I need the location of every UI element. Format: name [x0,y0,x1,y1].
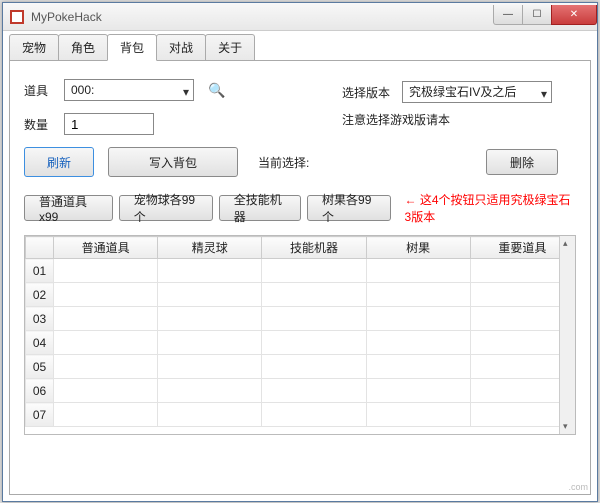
vertical-scrollbar[interactable] [559,236,575,434]
search-icon[interactable]: 🔍 [208,82,225,99]
inventory-table: 普通道具 精灵球 技能机器 树果 重要道具 01 02 03 04 05 06 … [25,236,575,427]
tab-battle[interactable]: 对战 [156,34,206,61]
action-row: 刷新 写入背包 当前选择: 删除 [24,147,576,177]
version-block: 选择版本 究极绿宝石IV及之后 注意选择游戏版请本 [342,81,572,136]
preset-balls-99[interactable]: 宠物球各99个 [119,195,213,221]
window-controls: — ☐ ✕ [494,5,597,25]
item-label: 道具 [24,82,64,99]
table-body: 01 02 03 04 05 06 07 [26,259,575,427]
tab-about[interactable]: 关于 [205,34,255,61]
refresh-button[interactable]: 刷新 [24,147,94,177]
titlebar: MyPokeHack — ☐ ✕ [3,3,597,31]
app-icon [9,9,25,25]
table-row: 06 [26,379,575,403]
col-tms[interactable]: 技能机器 [262,237,366,259]
col-normal[interactable]: 普通道具 [54,237,158,259]
preset-note: ← 这4个按钮只适用究极绿宝石3版本 [405,191,577,225]
tab-bag[interactable]: 背包 [107,34,157,61]
item-select[interactable]: 000: [64,79,194,101]
delete-button[interactable]: 删除 [486,149,558,175]
col-rownum[interactable] [26,237,54,259]
preset-berries-99[interactable]: 树果各99个 [307,195,391,221]
col-berries[interactable]: 树果 [366,237,470,259]
col-balls[interactable]: 精灵球 [158,237,262,259]
table-row: 04 [26,331,575,355]
qty-label: 数量 [24,116,64,133]
current-selection-label: 当前选择: [258,154,309,171]
version-label: 选择版本 [342,84,402,101]
table-row: 05 [26,355,575,379]
preset-row: 普通道具x99 宠物球各99个 全技能机器 树果各99个 ← 这4个按钮只适用究… [24,191,576,225]
table-row: 01 [26,259,575,283]
tab-pets[interactable]: 宠物 [9,34,59,61]
close-button[interactable]: ✕ [551,5,597,25]
version-note: 注意选择游戏版请本 [342,111,450,128]
tab-strip: 宠物 角色 背包 对战 关于 [3,31,597,60]
bag-panel: 选择版本 究极绿宝石IV及之后 注意选择游戏版请本 道具 000: 🔍 数量 刷… [9,60,591,495]
app-window: MyPokeHack — ☐ ✕ 宠物 角色 背包 对战 关于 选择版本 究极绿… [2,2,598,502]
maximize-button[interactable]: ☐ [522,5,552,25]
arrow-left-icon: ← [405,193,417,207]
preset-normal-x99[interactable]: 普通道具x99 [24,195,113,221]
inventory-table-wrap: 普通道具 精灵球 技能机器 树果 重要道具 01 02 03 04 05 06 … [24,235,576,435]
table-row: 02 [26,283,575,307]
preset-all-tms[interactable]: 全技能机器 [219,195,301,221]
window-title: MyPokeHack [31,10,102,24]
tab-roles[interactable]: 角色 [58,34,108,61]
write-bag-button[interactable]: 写入背包 [108,147,238,177]
qty-input[interactable] [64,113,154,135]
watermark: .com [568,482,588,492]
table-row: 03 [26,307,575,331]
table-row: 07 [26,403,575,427]
minimize-button[interactable]: — [493,5,523,25]
version-select[interactable]: 究极绿宝石IV及之后 [402,81,552,103]
